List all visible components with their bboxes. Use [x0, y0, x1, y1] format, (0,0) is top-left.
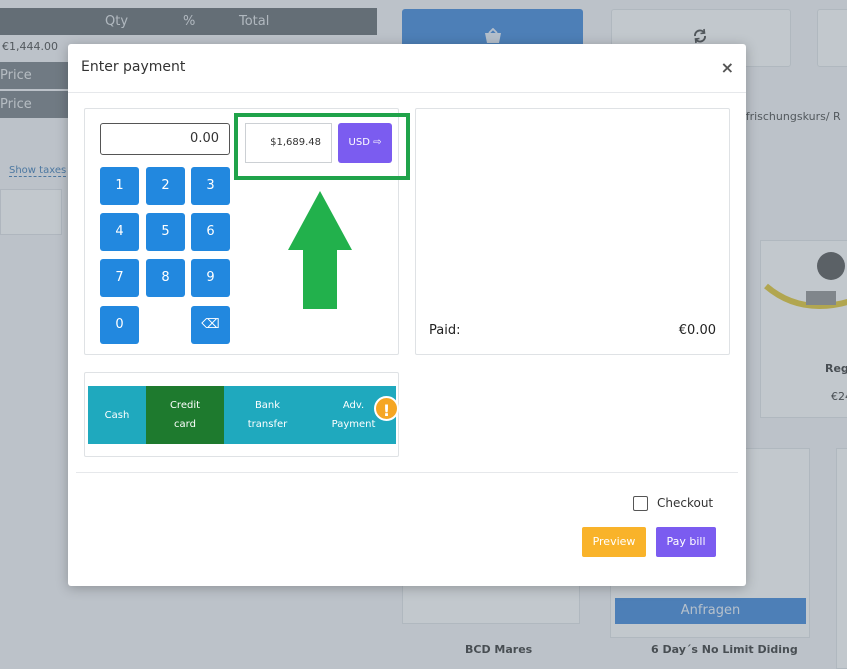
keypad-button-7[interactable]: 7	[100, 259, 139, 297]
keypad-button-1[interactable]: 1	[100, 167, 139, 205]
payment-method-credit-card[interactable]: Credit card	[146, 386, 224, 444]
payment-method-cash[interactable]: Cash	[88, 386, 146, 444]
keypad-button-9[interactable]: 9	[191, 259, 230, 297]
pay-bill-button[interactable]: Pay bill	[656, 527, 716, 557]
checkout-checkbox[interactable]	[633, 496, 648, 511]
keypad-button-3[interactable]: 3	[191, 167, 230, 205]
payment-method-panel: Cash Credit card Bank transfer Adv. Paym…	[84, 372, 399, 457]
keypad-button-0[interactable]: 0	[100, 306, 139, 344]
backspace-button[interactable]: ⌫	[191, 306, 230, 344]
method-label: Credit card	[169, 400, 201, 430]
keypad-button-6[interactable]: 6	[191, 213, 230, 251]
method-label: Adv. Payment	[331, 400, 376, 430]
keypad-button-4[interactable]: 4	[100, 213, 139, 251]
keypad-button-2[interactable]: 2	[146, 167, 185, 205]
keypad-button-5[interactable]: 5	[146, 213, 185, 251]
warning-icon: !	[374, 396, 399, 421]
paid-summary-panel: Paid: €0.00	[415, 108, 730, 355]
method-label: Bank transfer	[247, 400, 288, 430]
modal-title: Enter payment	[81, 59, 186, 75]
highlight-box	[234, 113, 410, 180]
amount-input[interactable]: 0.00	[100, 123, 230, 155]
up-arrow-icon	[288, 191, 352, 309]
payment-method-bank-transfer[interactable]: Bank transfer	[224, 386, 311, 444]
paid-value: €0.00	[678, 323, 716, 338]
preview-button[interactable]: Preview	[582, 527, 646, 557]
divider	[68, 92, 746, 93]
checkout-label: Checkout	[657, 496, 714, 510]
method-label: Cash	[104, 409, 130, 421]
keypad-button-8[interactable]: 8	[146, 259, 185, 297]
divider	[76, 472, 738, 473]
close-icon[interactable]: ×	[721, 58, 734, 77]
paid-label: Paid:	[429, 323, 461, 338]
